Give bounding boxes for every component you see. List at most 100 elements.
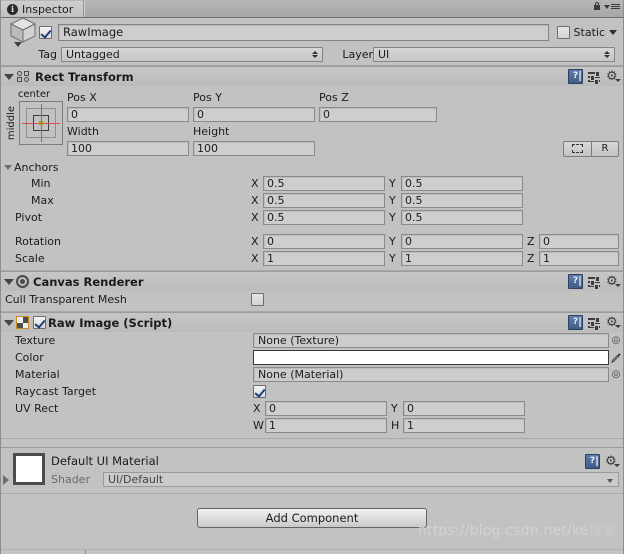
preset-icon[interactable]	[588, 70, 601, 85]
raw-image-enabled-checkbox[interactable]	[33, 316, 46, 329]
anchor-preset-box[interactable]	[18, 101, 63, 145]
anchor-max-y-value: 0.5	[405, 194, 423, 207]
pivot-y-value: 0.5	[405, 211, 423, 224]
scale-z-input[interactable]: 1	[539, 251, 619, 266]
static-checkbox[interactable]	[556, 25, 570, 39]
anchor-min-y-axis: Y	[389, 177, 396, 190]
tag-dropdown[interactable]: Untagged	[61, 46, 323, 62]
material-label: Material	[15, 368, 60, 381]
help-icon[interactable]: ?	[568, 69, 583, 84]
uv-rect-h-value: 1	[407, 419, 414, 432]
pos-z-input[interactable]: 0	[319, 107, 437, 122]
raw-edit-mode-button[interactable]: R	[591, 140, 619, 157]
shader-dropdown[interactable]: UI/Default	[103, 472, 619, 487]
rotation-y-axis: Y	[389, 235, 396, 248]
rotation-z-value: 0	[543, 235, 550, 248]
anchor-preset-widget[interactable]: center middle	[1, 89, 67, 157]
static-dropdown-icon[interactable]	[609, 29, 617, 35]
scale-z-axis: Z	[527, 252, 535, 265]
cube-icon-svg	[9, 17, 37, 47]
material-preview-block: Default UI Material Shader UI/Default ? …	[1, 447, 623, 494]
rotation-x-input[interactable]: 0	[263, 234, 385, 249]
inspector-window: i Inspector RawImage Static Tag Untagged…	[0, 0, 624, 554]
gear-icon[interactable]: ⚙	[606, 70, 621, 83]
add-component-button[interactable]: Add Component	[197, 508, 427, 528]
gameobject-name-value: RawImage	[63, 25, 124, 39]
scale-x-input[interactable]: 1	[263, 251, 385, 266]
pos-z-value: 0	[323, 108, 330, 121]
anchor-pivot-dot	[38, 121, 43, 125]
preset-icon[interactable]	[588, 316, 601, 331]
raw-image-foldout-icon[interactable]	[4, 319, 14, 326]
gameobject-name-input[interactable]: RawImage	[58, 23, 549, 41]
help-icon[interactable]: ?	[568, 274, 583, 289]
canvas-renderer-foldout-icon[interactable]	[4, 278, 14, 285]
anchors-foldout-row[interactable]: Anchors	[1, 159, 623, 175]
help-icon[interactable]: ?	[568, 315, 583, 330]
texture-object-field[interactable]: None (Texture)	[253, 333, 609, 348]
anchor-max-y-input[interactable]: 0.5	[401, 193, 523, 208]
material-foldout-icon[interactable]	[3, 475, 9, 485]
preset-icon[interactable]	[588, 275, 601, 290]
pos-y-input[interactable]: 0	[193, 107, 315, 122]
material-object-field[interactable]: None (Material)	[253, 367, 609, 382]
cube-icon[interactable]	[7, 17, 39, 47]
cull-transparent-mesh-checkbox[interactable]	[251, 293, 264, 306]
anchor-max-x-input[interactable]: 0.5	[263, 193, 385, 208]
uv-rect-w-value: 1	[269, 419, 276, 432]
raw-image-title: Raw Image (Script)	[48, 315, 173, 330]
anchors-foldout-icon[interactable]	[4, 164, 12, 170]
raycast-target-checkbox[interactable]	[253, 385, 266, 398]
menu-caret-icon	[604, 4, 610, 9]
uv-rect-x-input[interactable]: 0	[265, 401, 387, 416]
rotation-z-axis: Z	[527, 235, 535, 248]
uv-rect-x-axis: X	[253, 402, 261, 415]
blueprint-mode-button[interactable]	[563, 140, 591, 157]
tag-layer-row: Tag Untagged Layer UI	[5, 45, 619, 63]
gameobject-enabled-checkbox[interactable]	[39, 25, 52, 39]
hamburger-menu-icon[interactable]	[604, 4, 620, 9]
scale-z-value: 1	[543, 252, 550, 265]
gameobject-name-row: RawImage Static	[5, 17, 619, 47]
tabbar-controls	[593, 2, 620, 11]
color-swatch-field[interactable]	[253, 350, 609, 365]
layer-dropdown[interactable]: UI	[373, 46, 615, 62]
width-input[interactable]: 100	[67, 141, 189, 156]
tag-value: Untagged	[66, 47, 120, 61]
gear-icon[interactable]: ⚙	[606, 316, 621, 329]
canvas-renderer-header[interactable]: Canvas Renderer ? ⚙	[1, 272, 623, 291]
uv-rect-w-input[interactable]: 1	[265, 418, 387, 433]
rect-transform-position-fields: Pos X Pos Y Pos Z 0 0 0 Width Height 100	[67, 89, 623, 157]
texture-object-picker-icon[interactable]: ◎	[609, 335, 623, 346]
pivot-x-input[interactable]: 0.5	[263, 210, 385, 225]
raw-image-header-icons: ? ⚙	[568, 315, 621, 331]
rotation-z-input[interactable]: 0	[539, 234, 619, 249]
height-input[interactable]: 100	[193, 141, 315, 156]
material-object-picker-icon[interactable]: ◎	[609, 369, 623, 380]
anchor-min-x-input[interactable]: 0.5	[263, 176, 385, 191]
uv-rect-y-input[interactable]: 0	[403, 401, 525, 416]
raw-image-header[interactable]: Raw Image (Script) ? ⚙	[1, 313, 623, 332]
anchor-min-y-input[interactable]: 0.5	[401, 176, 523, 191]
help-icon[interactable]: ?	[585, 454, 600, 469]
gear-icon[interactable]: ⚙	[605, 455, 620, 468]
rotation-y-input[interactable]: 0	[401, 234, 523, 249]
lock-icon[interactable]	[593, 2, 601, 11]
pos-x-input[interactable]: 0	[67, 107, 189, 122]
anchor-max-x-value: 0.5	[267, 194, 285, 207]
scale-y-input[interactable]: 1	[401, 251, 523, 266]
tab-inspector-label: Inspector	[22, 2, 74, 16]
rotation-label: Rotation	[15, 235, 62, 248]
rect-transform-header[interactable]: Rect Transform ? ⚙	[1, 67, 623, 86]
gear-icon[interactable]: ⚙	[606, 275, 621, 288]
color-label: Color	[15, 351, 44, 364]
eyedropper-icon[interactable]	[609, 352, 623, 364]
uv-rect-h-input[interactable]: 1	[403, 418, 525, 433]
material-header-icons: ? ⚙	[585, 454, 620, 469]
canvas-renderer-icon	[16, 275, 29, 288]
rect-transform-foldout-icon[interactable]	[4, 73, 14, 80]
info-icon: i	[7, 3, 18, 15]
rect-transform-body: center middle Pos X Pos Y Pos Z 0 0 0 Wi…	[1, 86, 623, 159]
pivot-y-input[interactable]: 0.5	[401, 210, 523, 225]
material-thumbnail[interactable]	[13, 453, 45, 485]
